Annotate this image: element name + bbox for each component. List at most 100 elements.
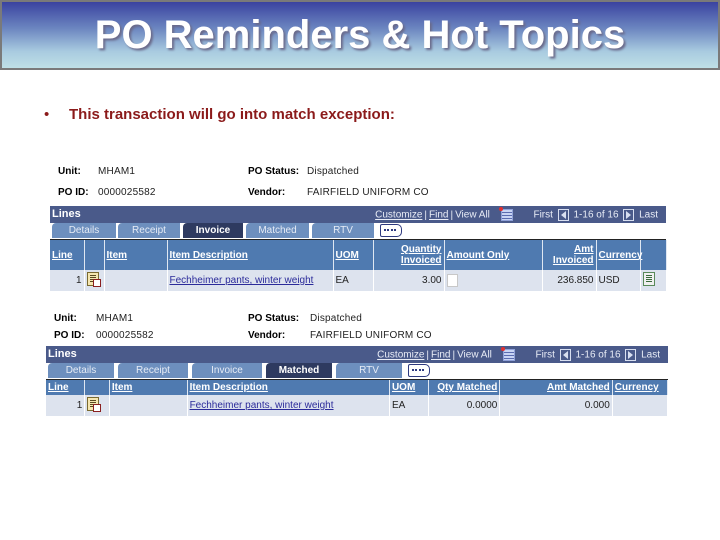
column-header-qty-matched[interactable]: Qty Matched <box>428 380 501 395</box>
column-header-currency[interactable]: Currency <box>596 240 642 270</box>
amt-invoiced-cell: 236.850 <box>542 270 597 291</box>
previous-row-icon[interactable] <box>559 349 571 361</box>
matched-lines-table: Line Item Item Description UOM Qty Match… <box>46 380 669 416</box>
tab-strip: Details Receipt Invoice Matched RTV <box>46 363 668 380</box>
line-details-icon[interactable] <box>86 272 101 287</box>
next-row-icon[interactable] <box>623 209 635 221</box>
find-link[interactable]: Find <box>429 210 448 221</box>
slide-title-bar: PO Reminders & Hot Topics <box>0 0 720 70</box>
table-header-row: Line Item Item Description UOM Quantity … <box>50 240 667 270</box>
po-id-label: PO ID: <box>58 187 89 198</box>
tab-matched[interactable]: Matched <box>266 363 332 378</box>
tab-rtv[interactable]: RTV <box>312 223 374 238</box>
row-range: 1-16 of 16 <box>573 209 619 221</box>
find-link[interactable]: Find <box>431 350 450 361</box>
po-header: Unit: MHAM1 PO Status: Dispatched PO ID:… <box>46 310 668 346</box>
column-header-action <box>640 240 667 270</box>
unit-label: Unit: <box>54 313 77 324</box>
lines-label: Lines <box>52 208 81 220</box>
slide-title: PO Reminders & Hot Topics <box>94 12 626 57</box>
uom-cell: EA <box>333 270 374 291</box>
view-all-link[interactable]: View All <box>457 350 492 361</box>
item-cell <box>104 270 168 291</box>
table-header-row: Line Item Item Description UOM Qty Match… <box>46 380 669 395</box>
item-cell <box>109 395 188 416</box>
download-grid-icon[interactable] <box>498 207 513 221</box>
unit-value: MHAM1 <box>98 166 136 177</box>
tab-rtv[interactable]: RTV <box>336 363 402 378</box>
tab-details[interactable]: Details <box>48 363 114 378</box>
column-header-amt-matched[interactable]: Amt Matched <box>499 380 613 395</box>
column-header-quantity-invoiced[interactable]: Quantity Invoiced <box>373 240 445 270</box>
vendor-value: FAIRFIELD UNIFORM CO <box>310 330 432 341</box>
po-status-label: PO Status: <box>248 313 300 324</box>
item-description-cell: Fechheimer pants, winter weight <box>187 395 390 416</box>
item-description-link[interactable]: Fechheimer pants, winter weight <box>170 275 314 286</box>
tab-matched[interactable]: Matched <box>246 223 309 238</box>
last-link[interactable]: Last <box>639 210 658 221</box>
po-id-value: 0000025582 <box>98 187 156 198</box>
po-status-value: Dispatched <box>307 166 360 177</box>
bullet-symbol: • <box>44 106 50 123</box>
column-header-line[interactable]: Line <box>50 240 85 270</box>
column-header-currency[interactable]: Currency <box>612 380 669 395</box>
matched-panel: Unit: MHAM1 PO Status: Dispatched PO ID:… <box>46 310 669 416</box>
po-id-value: 0000025582 <box>96 330 154 341</box>
invoice-lines-table: Line Item Item Description UOM Quantity … <box>50 240 667 291</box>
previous-row-icon[interactable] <box>557 209 569 221</box>
unit-label: Unit: <box>58 166 81 177</box>
tab-receipt[interactable]: Receipt <box>118 223 180 238</box>
tab-details[interactable]: Details <box>52 223 116 238</box>
qty-matched-cell: 0.0000 <box>428 395 501 416</box>
vendor-value: FAIRFIELD UNIFORM CO <box>307 187 429 198</box>
column-header-item[interactable]: Item <box>104 240 168 270</box>
column-header-uom[interactable]: UOM <box>333 240 374 270</box>
column-header-line[interactable]: Line <box>46 380 86 395</box>
item-description-cell: Fechheimer pants, winter weight <box>167 270 334 291</box>
view-all-link[interactable]: View All <box>455 210 490 221</box>
item-description-link[interactable]: Fechheimer pants, winter weight <box>190 400 334 411</box>
customize-link[interactable]: Customize <box>377 350 424 361</box>
show-all-columns-icon[interactable] <box>408 364 430 377</box>
vendor-label: Vendor: <box>248 187 286 198</box>
po-id-label: PO ID: <box>54 330 85 341</box>
qty-invoiced-cell: 3.00 <box>373 270 445 291</box>
first-link[interactable]: First <box>533 210 552 221</box>
column-header-amount-only[interactable]: Amount Only <box>444 240 543 270</box>
line-number: 1 <box>50 270 85 291</box>
customize-link[interactable]: Customize <box>375 210 422 221</box>
po-header: Unit: MHAM1 PO Status: Dispatched PO ID:… <box>50 160 666 206</box>
tab-invoice[interactable]: Invoice <box>183 223 243 238</box>
invoice-document-icon[interactable] <box>642 272 655 286</box>
line-details-icon[interactable] <box>87 397 102 412</box>
lines-bar: Lines Customize | Find | View All First 1-16… <box>50 206 666 223</box>
column-header-item-description[interactable]: Item Description <box>167 240 334 270</box>
tab-invoice[interactable]: Invoice <box>192 363 262 378</box>
table-row: 1 Fechheimer pants, winter weight EA 0.0… <box>46 395 669 416</box>
show-all-columns-icon[interactable] <box>380 224 402 237</box>
row-range: 1-16 of 16 <box>575 349 621 361</box>
grid-navigation: Customize | Find | View All First 1-16 of 16… <box>375 207 658 221</box>
po-status-value: Dispatched <box>310 313 363 324</box>
lines-bar: Lines Customize | Find | View All First 1-16… <box>46 346 668 363</box>
column-header-amt-invoiced[interactable]: Amt Invoiced <box>542 240 597 270</box>
last-link[interactable]: Last <box>641 350 660 361</box>
uom-cell: EA <box>389 395 429 416</box>
bullet-text: This transaction will go into match exce… <box>69 106 395 123</box>
column-header-uom[interactable]: UOM <box>389 380 429 395</box>
currency-cell <box>612 395 669 416</box>
amount-only-checkbox[interactable] <box>446 274 458 287</box>
first-link[interactable]: First <box>535 350 554 361</box>
line-number: 1 <box>46 395 86 416</box>
lines-label: Lines <box>48 348 77 360</box>
next-row-icon[interactable] <box>625 349 637 361</box>
tab-receipt[interactable]: Receipt <box>118 363 188 378</box>
amt-matched-cell: 0.000 <box>499 395 613 416</box>
column-header-item-description[interactable]: Item Description <box>187 380 390 395</box>
tab-strip: Details Receipt Invoice Matched RTV <box>50 223 666 240</box>
download-grid-icon[interactable] <box>500 347 515 361</box>
column-header-item[interactable]: Item <box>109 380 188 395</box>
invoice-panel: Unit: MHAM1 PO Status: Dispatched PO ID:… <box>50 160 667 291</box>
amount-only-cell <box>444 270 543 291</box>
invoice-doc-cell <box>640 270 667 291</box>
